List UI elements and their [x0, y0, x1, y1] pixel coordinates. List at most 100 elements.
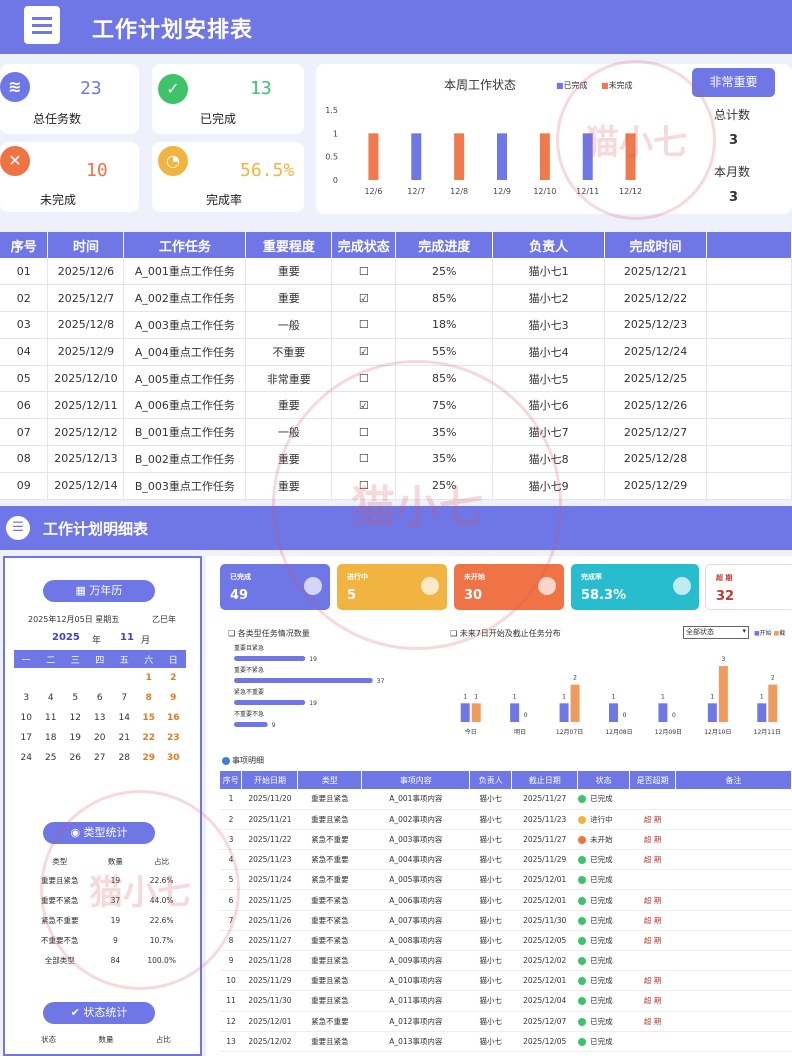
table-cell: 05 [0, 365, 49, 393]
calendar-day[interactable]: 26 [63, 748, 88, 768]
table-row[interactable]: 4 2025/11/23 紧急不重要 A_004事项内容 猫小七 2025/11/29 已… [220, 849, 792, 871]
column-header: 负责人 [492, 232, 606, 258]
table-cell: 2025/12/25 [604, 365, 708, 393]
table-cell: 猫小七 [469, 910, 512, 931]
calendar-day[interactable]: 7 [112, 688, 137, 708]
table-cell: ☑ [331, 391, 397, 420]
table-row[interactable]: 10 2025/11/29 重要且紧急 A_010事项内容 猫小七 2025/12/01 … [220, 970, 792, 992]
table-cell [706, 365, 792, 393]
table-row[interactable]: 13 2025/12/02 重要且紧急 A_013事项内容 猫小七 2025/12/05 … [220, 1031, 792, 1052]
calendar-day[interactable]: 8 [137, 688, 162, 708]
x-tick-label: 12/8 [450, 187, 468, 196]
table-cell: 重要不紧急 [297, 889, 362, 911]
calendar-day[interactable]: 12 [63, 708, 88, 728]
table-row[interactable]: 3 2025/11/22 紧急不重要 A_003事项内容 猫小七 2025/11/27 未… [220, 829, 792, 851]
table-cell [706, 311, 792, 339]
calendar-day[interactable] [39, 668, 64, 688]
status-select[interactable]: 全部状态 ▾ [683, 626, 749, 639]
status-card-label: 完成率 [581, 573, 602, 581]
calendar-day[interactable]: 25 [39, 748, 64, 768]
table-cell: 7 [220, 910, 242, 931]
calendar-day[interactable]: 15 [137, 708, 162, 728]
calendar-day[interactable] [14, 668, 39, 688]
table-row[interactable]: 02 2025/12/7 A_002重点工作任务 重要 ☑ 85% 猫小七2 2025/12/… [0, 284, 792, 313]
very-important-button[interactable]: 非常重要 [692, 68, 775, 97]
table-cell: 2025/12/04 [511, 990, 578, 1012]
calendar-day[interactable]: 20 [88, 728, 113, 748]
calendar-day[interactable]: 2 [161, 668, 186, 688]
calendar-day[interactable] [112, 668, 137, 688]
calendar-day[interactable] [88, 668, 113, 688]
bar-value-label: 1 [463, 693, 467, 700]
table-row[interactable]: 2 2025/11/21 重要且紧急 A_002事项内容 猫小七 2025/11/23 进… [220, 809, 792, 830]
year-select[interactable]: 2025 [52, 632, 80, 643]
table-cell: 3 [220, 829, 242, 851]
table-cell: 重要且紧急 [297, 950, 362, 972]
table-row[interactable]: 06 2025/12/11 A_006重点工作任务 重要 ☑ 75% 猫小七6 2025/12… [0, 391, 792, 420]
table-cell: 2025/11/27 [241, 930, 298, 952]
table-row[interactable]: 07 2025/12/12 B_001重点工作任务 一般 ☐ 35% 猫小七7 2025/12… [0, 418, 792, 447]
calendar-day[interactable]: 11 [39, 708, 64, 728]
calendar-day[interactable]: 19 [63, 728, 88, 748]
table-row[interactable]: 8 2025/11/27 重要不紧急 A_008事项内容 猫小七 2025/12/05 已… [220, 930, 792, 952]
calendar-day[interactable]: 5 [63, 688, 88, 708]
type-bar-chart: 重要且紧急 19 重要不紧急 37 紧急不重要 19 不重要不急 9 [234, 644, 385, 729]
column-header: 时间 [47, 232, 125, 258]
calendar-day[interactable]: 17 [14, 728, 39, 748]
calendar-day[interactable]: 6 [88, 688, 113, 708]
month-select[interactable]: 11 [120, 632, 134, 643]
calendar-day[interactable]: 10 [14, 708, 39, 728]
table-row[interactable]: 09 2025/12/14 B_003重点工作任务 重要 ☐ 25% 猫小七9 2025/12… [0, 472, 792, 500]
table-row[interactable]: 04 2025/12/9 A_004重点工作任务 不重要 ☑ 55% 猫小七4 2025/12… [0, 338, 792, 366]
calendar-day[interactable]: 28 [112, 748, 137, 768]
calendar-day[interactable]: 18 [39, 728, 64, 748]
table-cell: 重要且紧急 [297, 970, 362, 992]
table-cell: 全部类型 [44, 955, 75, 965]
table-row[interactable]: 6 2025/11/25 重要不紧急 A_006事项内容 猫小七 2025/12/01 已… [220, 889, 792, 911]
table-cell: 2025/12/01 [241, 1011, 298, 1032]
calendar-day[interactable]: 9 [161, 688, 186, 708]
table-row[interactable]: 5 2025/11/24 紧急不重要 A_005事项内容 猫小七 2025/12/01 已… [220, 869, 792, 891]
table-row[interactable]: 7 2025/11/26 重要不紧急 A_007事项内容 猫小七 2025/11/30 已… [220, 910, 792, 931]
table-cell: 11 [220, 990, 242, 1012]
table-cell: ☐ [331, 418, 397, 447]
status-cell: 已完成 [577, 1011, 630, 1032]
table-cell: A_005重点工作任务 [123, 365, 247, 393]
column-header: 事项内容 [361, 771, 471, 789]
table-row[interactable]: 9 2025/11/28 重要且紧急 A_009事项内容 猫小七 2025/12/02 已… [220, 950, 792, 972]
status-card-value: 58.3% [581, 588, 627, 603]
table-row[interactable]: 12 2025/12/01 紧急不重要 A_012事项内容 猫小七 2025/12/07 … [220, 1011, 792, 1032]
calendar-day[interactable]: 13 [88, 708, 113, 728]
calendar-day[interactable]: 23 [161, 728, 186, 748]
status-stats-table: 状态 数量 占比 [20, 1034, 192, 1045]
column-header: 数量 [98, 1035, 114, 1044]
calendar-day[interactable]: 1 [137, 668, 162, 688]
table-cell: 猫小七 [469, 849, 512, 871]
weekday-header: 日 [161, 650, 186, 668]
calendar-day[interactable]: 14 [112, 708, 137, 728]
table-cell: 85% [395, 365, 494, 393]
column-header: 完成时间 [604, 232, 708, 258]
table-cell: 100.0% [147, 955, 176, 965]
table-row[interactable]: 11 2025/11/30 重要且紧急 A_011事项内容 猫小七 2025/12/04 … [220, 990, 792, 1012]
calendar-day[interactable]: 21 [112, 728, 137, 748]
calendar-day[interactable]: 29 [137, 748, 162, 768]
status-card-value: 32 [716, 589, 735, 604]
table-row[interactable]: 08 2025/12/13 B_002重点工作任务 重要 ☐ 35% 猫小七8 2025/12… [0, 445, 792, 473]
status-dot-icon [577, 856, 586, 865]
calendar-day[interactable]: 16 [161, 708, 186, 728]
table-cell: A_005事项内容 [361, 869, 470, 891]
calendar-day[interactable] [63, 668, 88, 688]
calendar-day[interactable]: 27 [88, 748, 113, 768]
calendar-day[interactable]: 22 [137, 728, 162, 748]
calendar-day[interactable]: 3 [14, 688, 39, 708]
table-row[interactable]: 1 2025/11/20 重要且紧急 A_001事项内容 猫小七 2025/11/27 已… [220, 789, 792, 810]
calendar-day[interactable]: 4 [39, 688, 64, 708]
table-row[interactable]: 03 2025/12/8 A_003重点工作任务 一般 ☐ 18% 猫小七3 2025/12/… [0, 311, 792, 339]
table-cell: 2025/12/6 [47, 258, 125, 286]
calendar-day[interactable]: 24 [14, 748, 39, 768]
table-row[interactable]: 01 2025/12/6 A_001重点工作任务 重要 ☐ 25% 猫小七1 2025/12/… [0, 258, 792, 286]
status-dot-icon [577, 896, 586, 905]
table-row[interactable]: 05 2025/12/10 A_005重点工作任务 非常重要 ☐ 85% 猫小七5 2025/… [0, 365, 792, 393]
calendar-day[interactable]: 30 [161, 748, 186, 768]
